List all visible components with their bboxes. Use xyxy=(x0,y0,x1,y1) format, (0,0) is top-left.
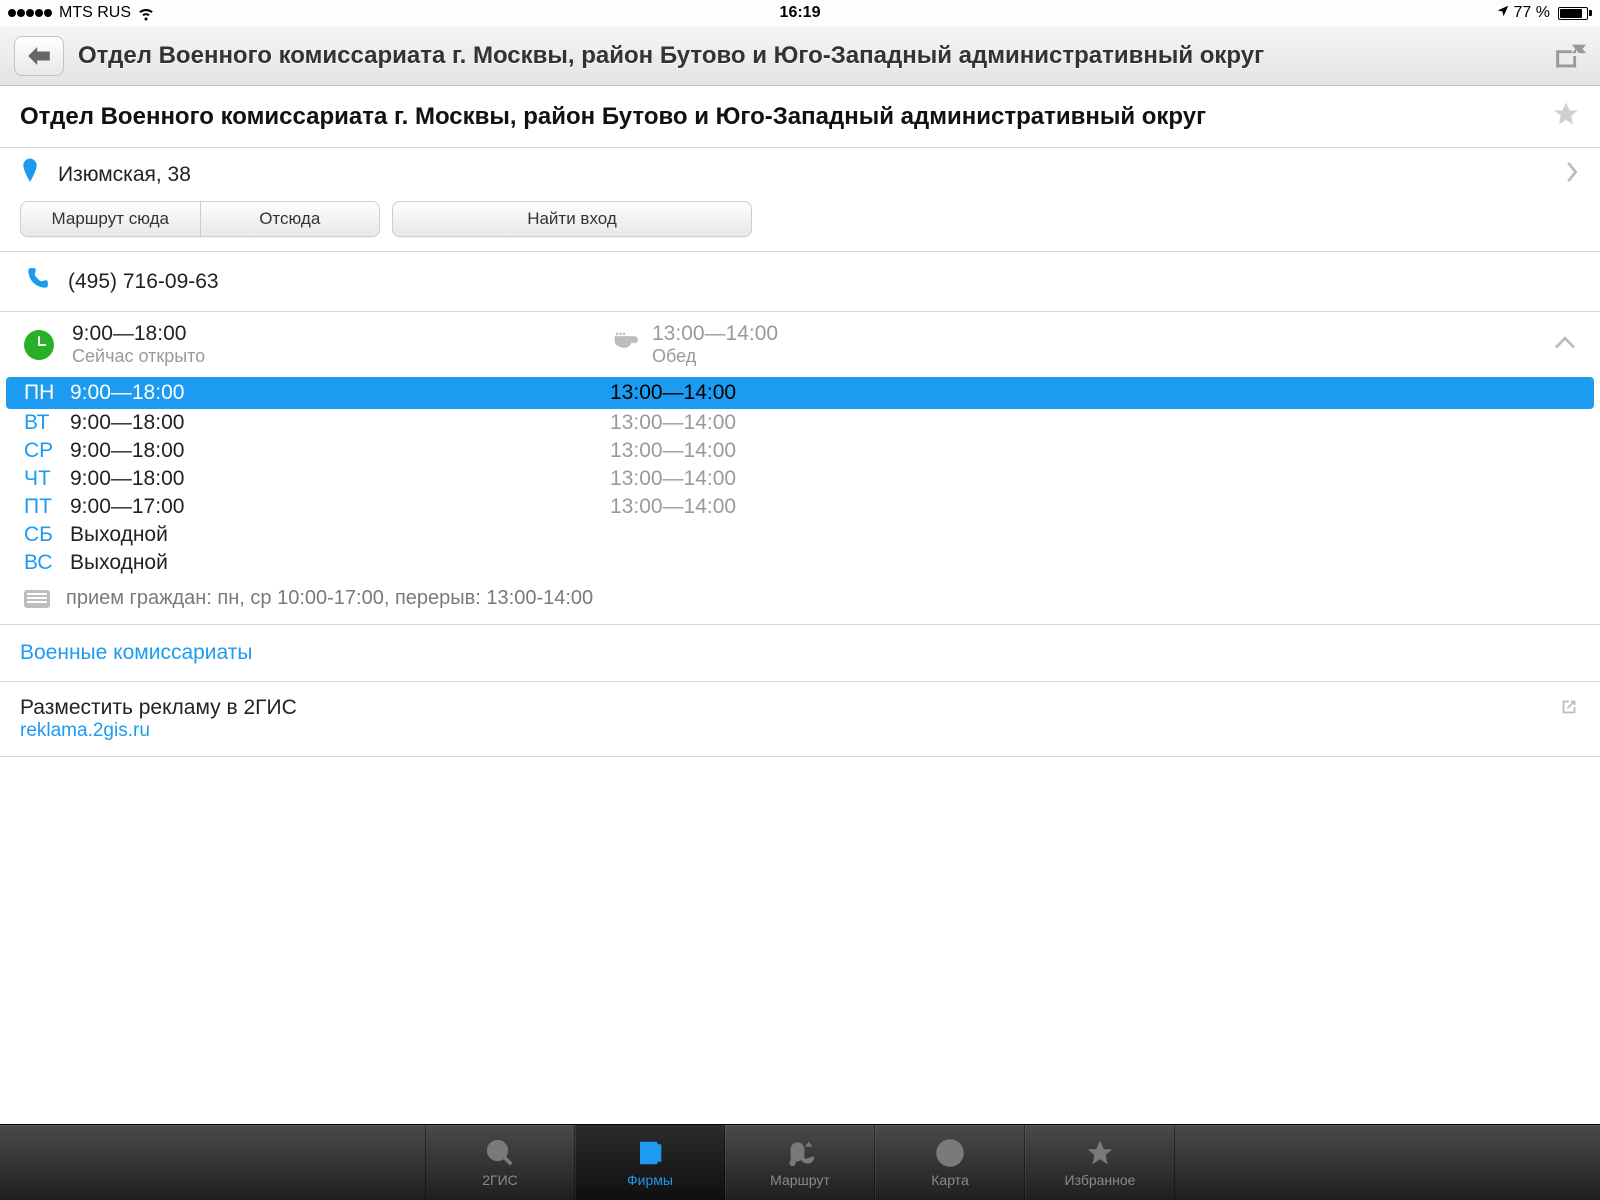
address-text: Изюмская, 38 xyxy=(58,163,1546,187)
schedule-break: 13:00—14:00 xyxy=(610,439,736,463)
ad-link: reklama.2gis.ru xyxy=(20,720,1558,742)
category-link[interactable]: Военные комиссариаты xyxy=(0,625,1600,682)
battery-icon xyxy=(1554,7,1592,20)
pin-icon xyxy=(20,158,40,191)
cup-icon xyxy=(610,328,638,361)
wifi-icon xyxy=(137,4,155,22)
tab-map-label: Карта xyxy=(931,1172,968,1188)
tab-firms[interactable]: Фирмы xyxy=(575,1125,725,1200)
hours-section: 9:00—18:00 Сейчас открыто 13:00—14:00 Об… xyxy=(0,312,1600,625)
schedule-row: ПТ9:00—17:0013:00—14:00 xyxy=(0,493,1600,521)
tab-map[interactable]: Карта xyxy=(875,1125,1025,1200)
schedule-break: 13:00—14:00 xyxy=(610,411,736,435)
route-segmented-control: Маршрут сюда Отсюда xyxy=(20,201,380,237)
schedule-break: 13:00—14:00 xyxy=(610,381,736,405)
org-title: Отдел Военного комиссариата г. Москвы, р… xyxy=(20,103,1552,131)
phone-icon xyxy=(24,266,50,297)
chevron-right-icon xyxy=(1564,161,1580,188)
hours-status: Сейчас открыто xyxy=(72,346,592,367)
schedule-day: ВС xyxy=(24,551,70,575)
schedule-break: 13:00—14:00 xyxy=(610,467,736,491)
content: Отдел Военного комиссариата г. Москвы, р… xyxy=(0,86,1600,757)
schedule-row: ВТ9:00—18:0013:00—14:00 xyxy=(0,409,1600,437)
tab-route-label: Маршрут xyxy=(770,1172,830,1188)
schedule-hours: Выходной xyxy=(70,523,610,547)
schedule-hours: 9:00—18:00 xyxy=(70,411,610,435)
address-section: Изюмская, 38 Маршрут сюда Отсюда Найти в… xyxy=(0,148,1600,252)
schedule-hours: 9:00—18:00 xyxy=(70,467,610,491)
schedule-note-row: прием граждан: пн, ср 10:00-17:00, перер… xyxy=(0,577,1600,624)
schedule-row: ПН9:00—18:0013:00—14:00 xyxy=(6,377,1594,409)
find-entrance-button[interactable]: Найти вход xyxy=(392,201,752,237)
status-bar: MTS RUS 16:19 77 % xyxy=(0,0,1600,26)
schedule-hours: 9:00—17:00 xyxy=(70,495,610,519)
schedule-day: ЧТ xyxy=(24,467,70,491)
schedule-hours: 9:00—18:00 xyxy=(70,381,610,405)
battery-label: 77 % xyxy=(1514,4,1550,22)
schedule-day: ПТ xyxy=(24,495,70,519)
tab-search[interactable]: 2ГИС xyxy=(425,1125,575,1200)
schedule-day: СР xyxy=(24,439,70,463)
clock-icon xyxy=(24,330,54,360)
break-range: 13:00—14:00 xyxy=(652,322,778,346)
tab-firms-label: Фирмы xyxy=(627,1172,673,1188)
schedule-row: СР9:00—18:0013:00—14:00 xyxy=(0,437,1600,465)
tab-favorites[interactable]: Избранное xyxy=(1025,1125,1175,1200)
tab-bar: 2ГИС Фирмы Маршрут Карта Избранное xyxy=(0,1124,1600,1200)
ad-row[interactable]: Разместить рекламу в 2ГИС reklama.2gis.r… xyxy=(0,682,1600,757)
back-button[interactable] xyxy=(14,36,64,76)
tab-favorites-label: Избранное xyxy=(1065,1172,1136,1188)
schedule-row: ЧТ9:00—18:0013:00—14:00 xyxy=(0,465,1600,493)
schedule-day: СБ xyxy=(24,523,70,547)
ad-title: Разместить рекламу в 2ГИС xyxy=(20,696,1558,720)
hours-summary-row[interactable]: 9:00—18:00 Сейчас открыто 13:00—14:00 Об… xyxy=(0,312,1600,377)
schedule-hours: 9:00—18:00 xyxy=(70,439,610,463)
phone-row[interactable]: (495) 716-09-63 xyxy=(0,252,1600,312)
share-button[interactable] xyxy=(1552,42,1586,70)
location-services-icon xyxy=(1496,4,1510,23)
schedule-day: ПН xyxy=(24,381,70,405)
clock-label: 16:19 xyxy=(780,4,821,22)
note-icon xyxy=(24,590,50,608)
carrier-label: MTS RUS xyxy=(59,4,131,22)
schedule-break: 13:00—14:00 xyxy=(610,495,736,519)
break-label: Обед xyxy=(652,346,778,367)
address-row[interactable]: Изюмская, 38 xyxy=(0,148,1600,201)
org-title-row: Отдел Военного комиссариата г. Москвы, р… xyxy=(0,86,1600,148)
schedule-day: ВТ xyxy=(24,411,70,435)
schedule-row: СБВыходной xyxy=(0,521,1600,549)
schedule-row: ВСВыходной xyxy=(0,549,1600,577)
schedule-hours: Выходной xyxy=(70,551,610,575)
external-link-icon xyxy=(1558,696,1580,742)
page-title: Отдел Военного комиссариата г. Москвы, р… xyxy=(78,42,1538,70)
schedule-list: ПН9:00—18:0013:00—14:00ВТ9:00—18:0013:00… xyxy=(0,377,1600,577)
route-from-button[interactable]: Отсюда xyxy=(201,202,380,236)
signal-strength-icon xyxy=(8,4,53,22)
hours-range: 9:00—18:00 xyxy=(72,322,592,346)
favorite-star-button[interactable] xyxy=(1552,100,1580,133)
chevron-up-icon xyxy=(1554,334,1576,355)
tab-search-label: 2ГИС xyxy=(482,1172,518,1188)
nav-header: Отдел Военного комиссариата г. Москвы, р… xyxy=(0,26,1600,86)
tab-route[interactable]: Маршрут xyxy=(725,1125,875,1200)
phone-number: (495) 716-09-63 xyxy=(68,270,219,294)
route-to-button[interactable]: Маршрут сюда xyxy=(21,202,201,236)
schedule-note: прием граждан: пн, ср 10:00-17:00, перер… xyxy=(66,587,593,610)
